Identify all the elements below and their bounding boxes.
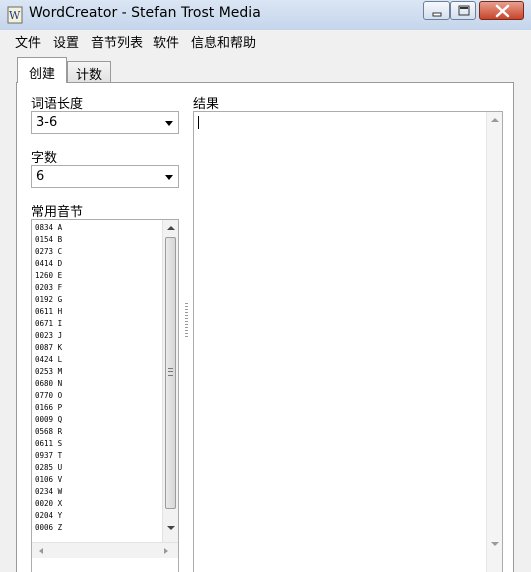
list-item[interactable]: 0234 W [35, 486, 161, 498]
syllable-items: 0834 A 0154 B 0273 C 0414 D 1260 E 0203 F 0192… [35, 222, 161, 534]
chevron-down-icon [165, 121, 173, 126]
menu-bar: 文件 设置 音节列表 软件 信息和帮助 [0, 30, 531, 51]
syllable-list[interactable]: 0834 A 0154 B 0273 C 0414 D 1260 E 0203 F 0192… [31, 219, 179, 572]
result-vscroll[interactable] [486, 112, 502, 572]
result-label: 结果 [193, 97, 220, 112]
word-length-label: 词语长度 [31, 97, 84, 112]
scroll-down-icon[interactable] [167, 526, 175, 530]
syllable-list-vscroll[interactable] [162, 220, 178, 542]
list-item[interactable]: 0834 A [35, 222, 161, 234]
maximize-icon [458, 5, 470, 16]
list-item[interactable]: 0414 D [35, 258, 161, 270]
list-item[interactable]: 0770 O [35, 390, 161, 402]
list-item[interactable]: 1260 E [35, 270, 161, 282]
text-caret [198, 116, 199, 129]
minimize-button[interactable] [423, 1, 450, 20]
list-item[interactable]: 0009 Q [35, 414, 161, 426]
list-item[interactable]: 0273 C [35, 246, 161, 258]
list-item[interactable]: 0154 B [35, 234, 161, 246]
scroll-right-icon[interactable] [164, 548, 168, 554]
menu-info-help[interactable]: 信息和帮助 [191, 32, 256, 51]
scroll-up-icon[interactable] [167, 226, 175, 230]
grip-icon [168, 368, 173, 376]
list-item[interactable]: 0671 I [35, 318, 161, 330]
word-length-value: 3-6 [36, 115, 58, 130]
tab-create[interactable]: 创建 [17, 57, 67, 83]
scroll-thumb[interactable] [165, 237, 176, 509]
list-item[interactable]: 0937 T [35, 450, 161, 462]
minimize-icon [432, 12, 442, 17]
chevron-down-icon [165, 175, 173, 180]
list-item[interactable]: 0611 S [35, 438, 161, 450]
list-item[interactable]: 0611 H [35, 306, 161, 318]
scroll-up-icon[interactable] [491, 118, 499, 122]
scroll-down-icon[interactable] [491, 542, 499, 546]
list-item[interactable]: 0680 N [35, 378, 161, 390]
list-item[interactable]: 0087 K [35, 342, 161, 354]
list-item[interactable]: 0285 U [35, 462, 161, 474]
panel-splitter[interactable] [185, 303, 188, 339]
menu-settings[interactable]: 设置 [53, 32, 79, 51]
menu-software[interactable]: 软件 [153, 32, 179, 51]
list-item[interactable]: 0253 M [35, 366, 161, 378]
app-icon: W [7, 6, 23, 24]
syllables-label: 常用音节 [31, 205, 84, 220]
title-bar[interactable]: W WordCreator - Stefan Trost Media [0, 0, 531, 31]
tab-count[interactable]: 计数 [67, 61, 111, 83]
maximize-button[interactable] [450, 1, 476, 20]
word-length-select[interactable]: 3-6 [31, 111, 179, 134]
list-item[interactable]: 0203 F [35, 282, 161, 294]
list-item[interactable]: 0192 G [35, 294, 161, 306]
close-icon [495, 4, 510, 18]
close-button[interactable] [479, 1, 524, 20]
word-count-select[interactable]: 6 [31, 165, 179, 188]
menu-syllable-lists[interactable]: 音节列表 [91, 32, 143, 51]
list-item[interactable]: 0204 Y [35, 510, 161, 522]
list-item[interactable]: 0006 Z [35, 522, 161, 534]
svg-text:W: W [9, 9, 21, 22]
word-count-label: 字数 [31, 151, 58, 166]
list-item[interactable]: 0106 V [35, 474, 161, 486]
list-item[interactable]: 0424 L [35, 354, 161, 366]
word-count-value: 6 [36, 169, 45, 184]
list-item[interactable]: 0568 R [35, 426, 161, 438]
list-item[interactable]: 0166 P [35, 402, 161, 414]
app-window: W WordCreator - Stefan Trost Media 文件 设置… [0, 0, 531, 572]
tab-strip: 创建 计数 [0, 50, 531, 83]
list-item[interactable]: 0023 J [35, 330, 161, 342]
window-title: WordCreator - Stefan Trost Media [29, 5, 261, 21]
list-item[interactable]: 0020 X [35, 498, 161, 510]
scroll-left-icon[interactable] [39, 548, 43, 554]
syllable-list-hscroll[interactable] [32, 542, 178, 558]
menu-file[interactable]: 文件 [15, 32, 41, 51]
result-textarea[interactable] [193, 111, 503, 572]
create-panel: 词语长度 3-6 字数 6 常用音节 0834 A 0154 B 0273 C 041… [16, 82, 514, 572]
